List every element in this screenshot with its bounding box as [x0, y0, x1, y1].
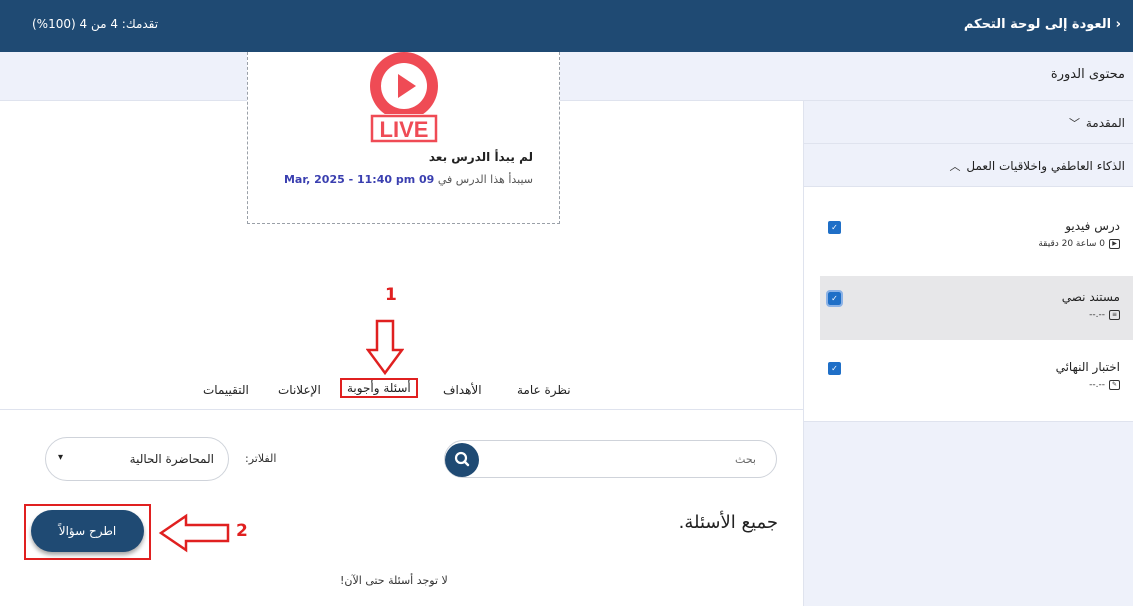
search-button[interactable] — [445, 443, 479, 477]
lesson-title: مستند نصي — [1061, 290, 1120, 304]
lesson-meta: ✎ --.-- — [1089, 380, 1120, 390]
lesson-tabs: نظرة عامة الأهداف أسئلة وأجوبة الإعلانات… — [0, 376, 803, 410]
quiz-icon: ✎ — [1109, 380, 1120, 390]
chevron-down-icon: ▾ — [58, 452, 64, 463]
lesson-video[interactable]: درس فيديو ▶ 0 ساعة 20 دقيقة ✓ — [820, 205, 1133, 269]
lesson-title: اختبار النهائي — [1055, 360, 1120, 374]
not-started-text: لم يبدأ الدرس بعد — [428, 150, 533, 164]
lesson-duration: --.-- — [1089, 310, 1105, 320]
section-title: الذكاء العاطفي واخلاقيات العمل — [966, 159, 1125, 173]
ask-button-highlight: اطرح سؤالاً — [24, 504, 151, 560]
back-label: العودة إلى لوحة التحكم — [963, 17, 1112, 32]
lesson-title: درس فيديو — [1065, 219, 1120, 233]
complete-checkbox-icon[interactable]: ✓ — [828, 362, 841, 375]
document-icon: ≡ — [1109, 310, 1120, 320]
top-bar: ‹ العودة إلى لوحة التحكم تقدمك: 4 من 4 (… — [0, 0, 1133, 52]
starts-prefix: سيبدأ هذا الدرس في — [437, 173, 533, 186]
no-questions-text: لا توجد أسئلة حتى الآن! — [340, 574, 448, 587]
starts-date: 09 Mar, 2025 - 11:40 pm — [283, 173, 435, 186]
filter-label: الفلاتر: — [245, 452, 277, 465]
progress-label: تقدمك: 4 من 4 (100%) — [32, 17, 159, 31]
search-placeholder: بحث — [735, 453, 756, 466]
tab-objectives[interactable]: الأهداف — [443, 383, 482, 397]
tab-announcements[interactable]: الإعلانات — [278, 383, 321, 397]
annotation-left-arrow-icon — [158, 513, 230, 553]
video-icon: ▶ — [1109, 239, 1120, 249]
live-logo-icon: LIVE — [368, 52, 440, 143]
search-icon — [454, 451, 470, 467]
tab-overview[interactable]: نظرة عامة — [517, 383, 571, 397]
section-title: المقدمة — [1085, 116, 1125, 130]
lesson-meta: ▶ 0 ساعة 20 دقيقة — [1038, 239, 1120, 249]
section-intro[interactable]: المقدمة ﹀ — [803, 101, 1133, 144]
lesson-quiz[interactable]: اختبار النهائي ✎ --.-- ✓ — [820, 346, 1133, 410]
annotation-number-2: 2 — [236, 521, 248, 541]
section-emotional-intelligence[interactable]: الذكاء العاطفي واخلاقيات العمل ︿ — [803, 144, 1133, 187]
complete-checkbox-icon[interactable]: ✓ — [828, 221, 841, 234]
lesson-list: درس فيديو ▶ 0 ساعة 20 دقيقة ✓ مستند نصي … — [804, 187, 1133, 422]
tab-qa[interactable]: أسئلة وأجوبة — [340, 378, 418, 398]
course-sidebar: المقدمة ﹀ الذكاء العاطفي واخلاقيات العمل… — [803, 101, 1133, 606]
live-text: LIVE — [380, 117, 429, 142]
complete-checkbox-icon[interactable]: ✓ — [826, 290, 843, 307]
lesson-duration: --.-- — [1089, 380, 1105, 390]
filter-selected-value: المحاضرة الحالية — [129, 452, 214, 466]
course-content-bar: محتوى الدورة — [0, 52, 1133, 101]
chevron-down-icon: ﹀ — [1069, 117, 1080, 130]
ask-question-button[interactable]: اطرح سؤالاً — [31, 510, 144, 552]
all-questions-heading: جميع الأسئلة. — [678, 512, 778, 533]
chevron-up-icon: ︿ — [949, 160, 961, 173]
annotation-down-arrow-icon — [366, 319, 404, 376]
tab-reviews[interactable]: التقييمات — [203, 383, 249, 397]
annotation-number-1: 1 — [385, 285, 397, 305]
search-input[interactable]: بحث — [444, 440, 777, 478]
lesson-meta: ≡ --.-- — [1089, 310, 1120, 320]
filter-select[interactable]: المحاضرة الحالية ▾ — [45, 437, 229, 481]
course-content-title: محتوى الدورة — [1050, 67, 1125, 82]
lesson-duration: 0 ساعة 20 دقيقة — [1038, 239, 1105, 249]
lesson-document[interactable]: مستند نصي ≡ --.-- ✓ — [820, 276, 1133, 340]
starts-at-text: سيبدأ هذا الدرس في 09 Mar, 2025 - 11:40 … — [284, 173, 533, 186]
chevron-left-icon: ‹ — [1115, 17, 1121, 32]
back-to-dashboard-link[interactable]: ‹ العودة إلى لوحة التحكم — [964, 17, 1121, 32]
live-lesson-panel: LIVE لم يبدأ الدرس بعد سيبدأ هذا الدرس ف… — [247, 52, 560, 224]
